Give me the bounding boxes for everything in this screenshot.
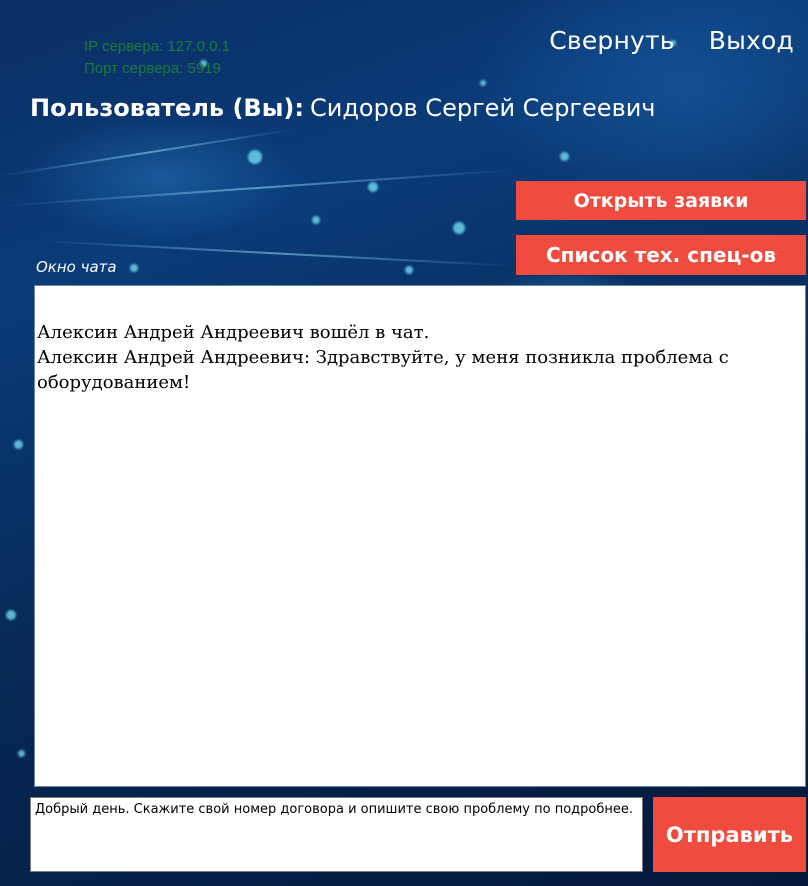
chat-window-label: Окно чата <box>36 258 117 276</box>
server-port: Порт сервера: 5919 <box>84 60 221 77</box>
user-label: Пользователь (Вы): <box>30 94 304 122</box>
exit-button[interactable]: Выход <box>709 26 794 55</box>
window-actions: Свернуть Выход <box>549 26 794 55</box>
chat-message: Алексин Андрей Андреевич: Здравствуйте, … <box>37 347 729 393</box>
minimize-button[interactable]: Свернуть <box>549 26 674 55</box>
message-input[interactable]: Добрый день. Скажите свой номер договора… <box>30 797 643 872</box>
server-info: IP сервера: 127.0.0.1 Порт сервера: 5919 <box>84 36 230 80</box>
chat-window[interactable]: Алексин Андрей Андреевич вошёл в чат. Ал… <box>34 285 806 787</box>
chat-message: Алексин Андрей Андреевич вошёл в чат. <box>37 322 430 343</box>
open-requests-button[interactable]: Открыть заявки <box>516 181 806 220</box>
server-ip: IP сервера: 127.0.0.1 <box>84 38 230 55</box>
send-button[interactable]: Отправить <box>653 797 806 872</box>
current-user: Пользователь (Вы): Сидоров Сергей Сергеев… <box>30 94 656 122</box>
tech-specialists-button[interactable]: Список тех. спец-ов <box>516 235 806 275</box>
user-name: Сидоров Сергей Сергеевич <box>309 94 656 122</box>
